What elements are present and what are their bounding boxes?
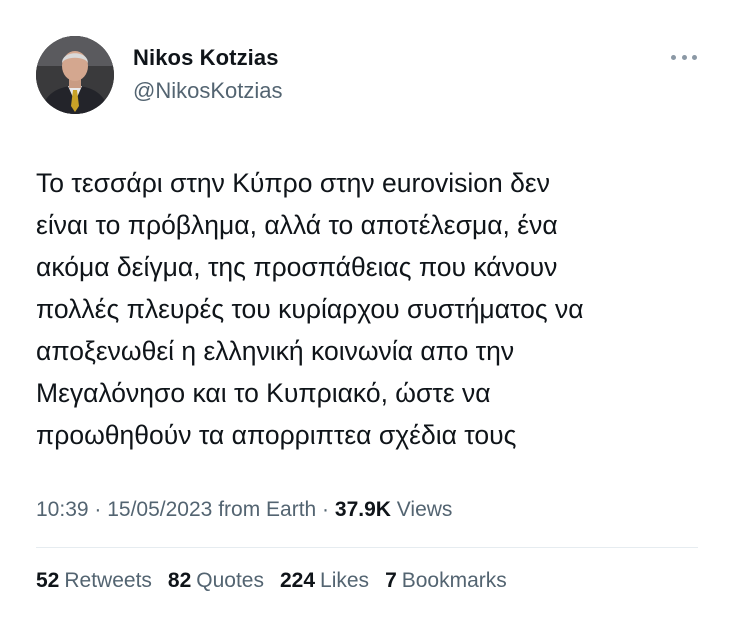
tweet-stats: 52 Retweets 82 Quotes 224 Likes 7 Bookmarks [36,566,523,596]
bookmarks-label: Bookmarks [401,569,507,592]
user-handle[interactable]: @NikosKotzias [133,77,283,105]
more-options-icon[interactable] [671,52,697,62]
dot [671,54,676,60]
tweet-source: from Earth [218,498,317,521]
bookmarks-count: 7 [385,569,397,592]
views-count: 37.9K [334,498,391,521]
bookmarks-stat[interactable]: 7 Bookmarks [385,566,507,596]
tweet-meta: 10:39 · 15/05/2023 from Earth · 37.9K Vi… [36,495,452,525]
views-label: Views [396,498,453,521]
avatar[interactable] [36,36,114,114]
divider [36,547,698,548]
display-name[interactable]: Nikos Kotzias [133,44,283,72]
separator: · [316,498,335,521]
retweets-label: Retweets [64,569,152,592]
tweet-time[interactable]: 10:39 [36,498,89,521]
quotes-stat[interactable]: 82 Quotes [168,566,264,596]
profile-photo-icon [36,36,114,114]
dot [692,54,697,60]
dot [681,54,687,60]
separator: · [88,498,108,521]
likes-count: 224 [279,569,316,592]
retweets-stat[interactable]: 52 Retweets [36,566,152,596]
quotes-label: Quotes [196,569,264,592]
likes-label: Likes [320,569,370,592]
tweet-date[interactable]: 15/05/2023 [107,498,212,521]
likes-stat[interactable]: 224 Likes [280,566,369,596]
retweets-count: 52 [36,569,60,592]
quotes-count: 82 [167,569,192,592]
author-block: Nikos Kotzias @NikosKotzias [133,44,283,105]
tweet-text: Το τεσσάρι στην Κύπρο στην eurovision δε… [36,168,584,450]
